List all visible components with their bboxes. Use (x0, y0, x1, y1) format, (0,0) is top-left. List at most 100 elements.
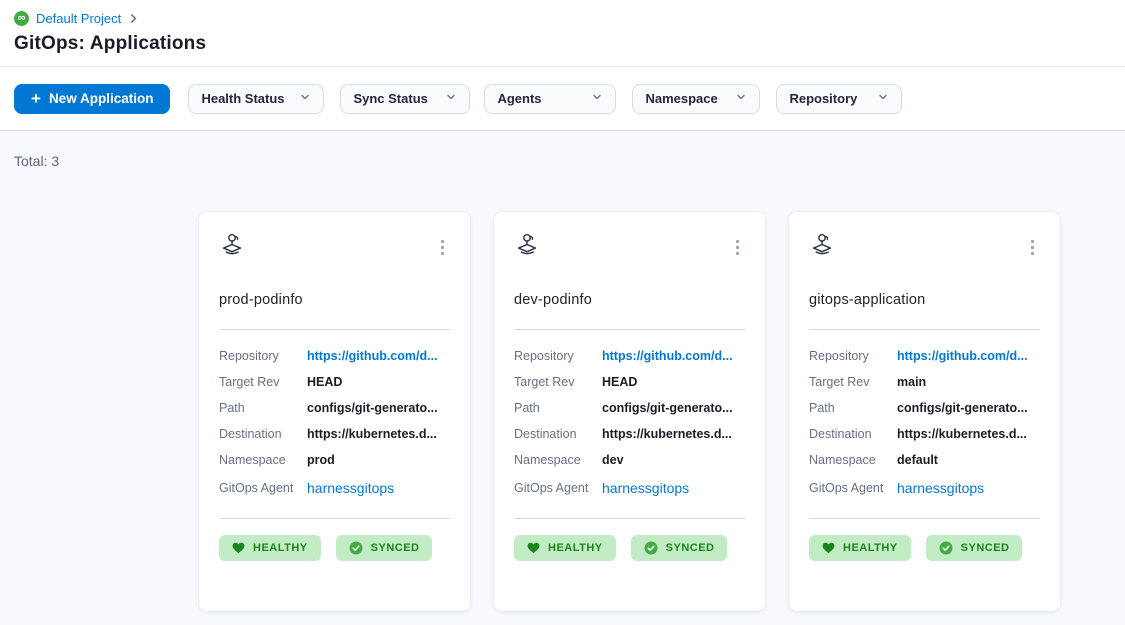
application-name[interactable]: gitops-application (809, 292, 1040, 308)
filter-agents[interactable]: Agents (484, 84, 616, 114)
card-header (219, 232, 450, 263)
new-application-label: New Application (49, 91, 154, 106)
field-row-gitops-agent: GitOps Agent harnessgitops (219, 473, 450, 503)
filter-repository[interactable]: Repository (776, 84, 902, 114)
status-badges: HEALTHY SYNCED (514, 535, 745, 561)
field-value: prod (307, 453, 335, 467)
field-row-repository: Repository https://github.com/d... (514, 343, 745, 369)
field-label: GitOps Agent (219, 481, 307, 495)
card-menu-button[interactable] (730, 236, 745, 259)
card-menu-button[interactable] (1025, 236, 1040, 259)
field-value: dev (602, 453, 624, 467)
application-name[interactable]: prod-podinfo (219, 292, 450, 308)
gitops-agent-link[interactable]: harnessgitops (602, 480, 689, 496)
sync-status-badge: SYNCED (631, 535, 728, 561)
field-value: HEAD (307, 375, 342, 389)
application-name[interactable]: dev-podinfo (514, 292, 745, 308)
field-label: Destination (219, 427, 307, 441)
heart-icon (822, 542, 835, 554)
field-value: configs/git-generato... (897, 401, 1028, 415)
field-label: Namespace (809, 453, 897, 467)
card-header (809, 232, 1040, 263)
field-row-destination: Destination https://kubernetes.d... (809, 421, 1040, 447)
field-row-gitops-agent: GitOps Agent harnessgitops (514, 473, 745, 503)
chevron-down-icon (591, 91, 603, 106)
health-status-label: HEALTHY (843, 542, 898, 554)
field-label: Namespace (514, 453, 602, 467)
field-row-target-rev: Target Rev HEAD (514, 369, 745, 395)
health-status-label: HEALTHY (253, 542, 308, 554)
field-label: Target Rev (809, 375, 897, 389)
field-list: Repository https://github.com/d... Targe… (809, 343, 1040, 503)
chevron-down-icon (445, 91, 457, 106)
application-card[interactable]: prod-podinfo Repository https://github.c… (199, 212, 470, 611)
filter-sync-status[interactable]: Sync Status (340, 84, 470, 114)
field-value: https://kubernetes.d... (897, 427, 1027, 441)
chevron-down-icon (735, 91, 747, 106)
status-badges: HEALTHY SYNCED (809, 535, 1040, 561)
chevron-right-icon (128, 13, 139, 24)
filter-health-status[interactable]: Health Status (188, 84, 324, 114)
repository-link[interactable]: https://github.com/d... (307, 349, 438, 363)
field-row-destination: Destination https://kubernetes.d... (219, 421, 450, 447)
field-label: Repository (514, 349, 602, 363)
new-application-button[interactable]: + New Application (14, 84, 170, 114)
health-status-label: HEALTHY (548, 542, 603, 554)
filter-label: Agents (497, 91, 541, 106)
sync-status-badge: SYNCED (336, 535, 433, 561)
field-label: Path (514, 401, 602, 415)
field-label: Repository (219, 349, 307, 363)
repository-link[interactable]: https://github.com/d... (897, 349, 1028, 363)
application-card[interactable]: gitops-application Repository https://gi… (789, 212, 1060, 611)
divider (514, 329, 745, 330)
field-list: Repository https://github.com/d... Targe… (514, 343, 745, 503)
divider (219, 518, 450, 519)
field-value: https://kubernetes.d... (602, 427, 732, 441)
field-row-repository: Repository https://github.com/d... (219, 343, 450, 369)
application-card[interactable]: dev-podinfo Repository https://github.co… (494, 212, 765, 611)
sync-status-label: SYNCED (371, 542, 420, 554)
field-label: Namespace (219, 453, 307, 467)
field-label: Target Rev (219, 375, 307, 389)
field-label: GitOps Agent (514, 481, 602, 495)
divider (809, 329, 1040, 330)
application-cards: prod-podinfo Repository https://github.c… (199, 212, 1111, 611)
filter-namespace[interactable]: Namespace (632, 84, 760, 114)
field-row-namespace: Namespace default (809, 447, 1040, 473)
field-label: Path (219, 401, 307, 415)
filter-label: Sync Status (353, 91, 427, 106)
card-header (514, 232, 745, 263)
card-menu-button[interactable] (435, 236, 450, 259)
application-icon (219, 232, 246, 263)
check-circle-icon (349, 541, 363, 555)
field-value: default (897, 453, 938, 467)
field-row-destination: Destination https://kubernetes.d... (514, 421, 745, 447)
field-label: Destination (809, 427, 897, 441)
toolbar: + New Application Health Status Sync Sta… (0, 66, 1125, 131)
project-icon: ∞ (14, 11, 29, 26)
gitops-agent-link[interactable]: harnessgitops (897, 480, 984, 496)
gitops-agent-link[interactable]: harnessgitops (307, 480, 394, 496)
sync-status-label: SYNCED (961, 542, 1010, 554)
heart-icon (527, 542, 540, 554)
field-value: main (897, 375, 926, 389)
application-icon (809, 232, 836, 263)
plus-icon: + (31, 90, 41, 107)
field-label: GitOps Agent (809, 481, 897, 495)
content-area: Total: 3 prod-podinfo (0, 131, 1125, 625)
filter-label: Repository (789, 91, 857, 106)
divider (514, 518, 745, 519)
field-row-path: Path configs/git-generato... (514, 395, 745, 421)
field-value: configs/git-generato... (307, 401, 438, 415)
chevron-down-icon (877, 91, 889, 106)
field-value: https://kubernetes.d... (307, 427, 437, 441)
page-title: GitOps: Applications (14, 33, 1111, 55)
field-row-path: Path configs/git-generato... (809, 395, 1040, 421)
breadcrumb-project-link[interactable]: Default Project (36, 11, 121, 26)
field-list: Repository https://github.com/d... Targe… (219, 343, 450, 503)
filter-label: Health Status (201, 91, 284, 106)
field-row-target-rev: Target Rev main (809, 369, 1040, 395)
total-count: Total: 3 (14, 153, 1111, 169)
field-row-repository: Repository https://github.com/d... (809, 343, 1040, 369)
repository-link[interactable]: https://github.com/d... (602, 349, 733, 363)
